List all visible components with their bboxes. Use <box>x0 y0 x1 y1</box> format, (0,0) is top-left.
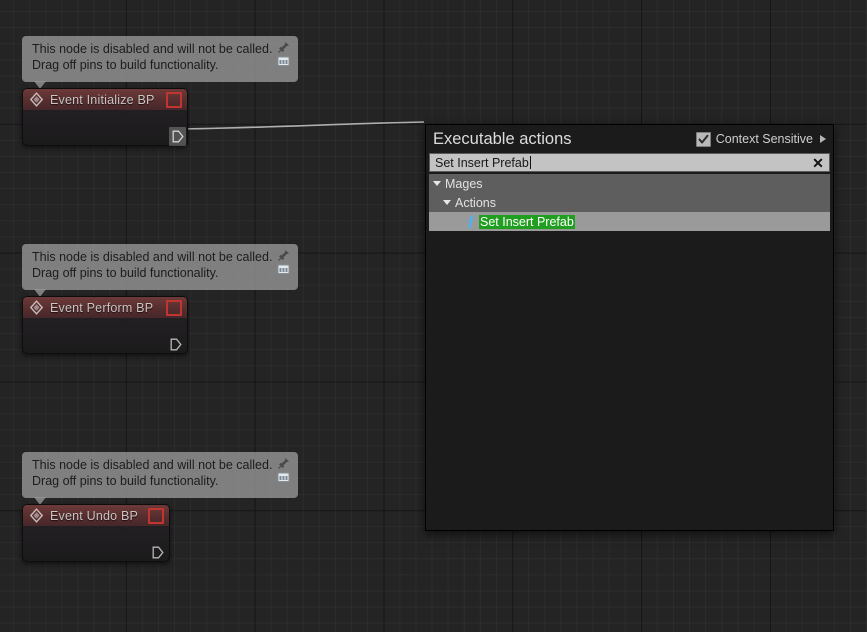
node-title: Event Undo BP <box>50 508 139 523</box>
tooltip-line-1: This node is disabled and will not be ca… <box>32 42 273 56</box>
exec-output-pin[interactable] <box>169 127 186 146</box>
action-menu-title: Executable actions <box>433 129 572 148</box>
tree-row-label: Set Insert Prefab <box>479 214 575 229</box>
node-disabled-tooltip-perform: This node is disabled and will not be ca… <box>22 244 298 297</box>
context-sensitive-checkbox[interactable] <box>695 131 711 147</box>
context-sensitive-control[interactable]: Context Sensitive <box>695 131 826 147</box>
comment-bubble-icon[interactable] <box>277 56 290 68</box>
tooltip-line-2: Drag off pins to build functionality. <box>32 57 219 72</box>
node-disabled-tooltip-initialize: This node is disabled and will not be ca… <box>22 36 298 89</box>
search-input[interactable]: Set Insert Prefab <box>430 155 807 170</box>
tree-row-label: Actions <box>455 195 496 210</box>
exec-pin-icon <box>152 546 164 559</box>
tooltip-line-1: This node is disabled and will not be ca… <box>32 250 273 264</box>
node-title: Event Perform BP <box>50 300 154 315</box>
exec-pin-icon <box>170 338 182 351</box>
tooltip-line-2: Drag off pins to build functionality. <box>32 473 219 488</box>
node-header[interactable]: Event Undo BP <box>23 505 169 526</box>
pin-icon[interactable] <box>277 41 290 54</box>
text-caret <box>529 155 531 169</box>
node-title: Event Initialize BP <box>50 92 155 107</box>
delegate-output-pin[interactable] <box>166 91 182 108</box>
clear-search-button[interactable]: ✕ <box>807 156 829 170</box>
search-input-value: Set Insert Prefab <box>435 155 529 170</box>
expander-triangle-icon[interactable] <box>443 200 451 205</box>
node-body <box>23 110 187 146</box>
tooltip-icon-group <box>276 457 290 484</box>
exec-pin-icon <box>172 130 184 143</box>
action-results-tree[interactable]: Mages Actions ƒ Set Insert Prefab <box>429 174 830 527</box>
node-event-perform-bp[interactable]: Event Perform BP <box>22 296 188 354</box>
event-diamond-icon <box>29 92 44 107</box>
expander-triangle-icon[interactable] <box>433 181 441 186</box>
tooltip-text-block: This node is disabled and will not be ca… <box>32 42 272 73</box>
tooltip-text-block: This node is disabled and will not be ca… <box>32 250 272 281</box>
node-body <box>23 318 187 353</box>
expand-arrow-icon[interactable] <box>820 135 826 143</box>
tree-row-label: Mages <box>445 176 483 191</box>
tooltip-text-block: This node is disabled and will not be ca… <box>32 458 272 489</box>
tree-row-action-set-insert-prefab[interactable]: ƒ Set Insert Prefab <box>429 212 830 231</box>
tooltip-icon-group <box>276 249 290 276</box>
action-search-field[interactable]: Set Insert Prefab ✕ <box>429 153 830 172</box>
node-event-undo-bp[interactable]: Event Undo BP <box>22 504 170 562</box>
tree-row-category-mages[interactable]: Mages <box>429 174 830 193</box>
event-diamond-icon <box>29 300 44 315</box>
node-header[interactable]: Event Perform BP <box>23 297 187 318</box>
node-event-initialize-bp[interactable]: Event Initialize BP <box>22 88 188 146</box>
node-body <box>23 526 169 561</box>
node-disabled-tooltip-undo: This node is disabled and will not be ca… <box>22 452 298 505</box>
context-sensitive-label: Context Sensitive <box>715 132 813 146</box>
event-diamond-icon <box>29 508 44 523</box>
node-header[interactable]: Event Initialize BP <box>23 89 187 110</box>
comment-bubble-icon[interactable] <box>277 472 290 484</box>
tooltip-line-1: This node is disabled and will not be ca… <box>32 458 273 472</box>
tooltip-line-2: Drag off pins to build functionality. <box>32 265 219 280</box>
pin-icon[interactable] <box>277 457 290 470</box>
tree-row-category-actions[interactable]: Actions <box>429 193 830 212</box>
tooltip-icon-group <box>276 41 290 68</box>
checkmark-icon <box>698 134 709 143</box>
pin-icon[interactable] <box>277 249 290 262</box>
comment-bubble-icon[interactable] <box>277 264 290 276</box>
delegate-output-pin[interactable] <box>148 507 164 524</box>
executable-actions-menu[interactable]: Executable actions Context Sensitive Set… <box>425 124 834 531</box>
action-menu-header: Executable actions Context Sensitive <box>426 125 833 153</box>
function-icon: ƒ <box>467 212 475 230</box>
exec-output-pin[interactable] <box>149 543 166 562</box>
delegate-output-pin[interactable] <box>166 299 182 316</box>
exec-output-pin[interactable] <box>167 335 184 354</box>
